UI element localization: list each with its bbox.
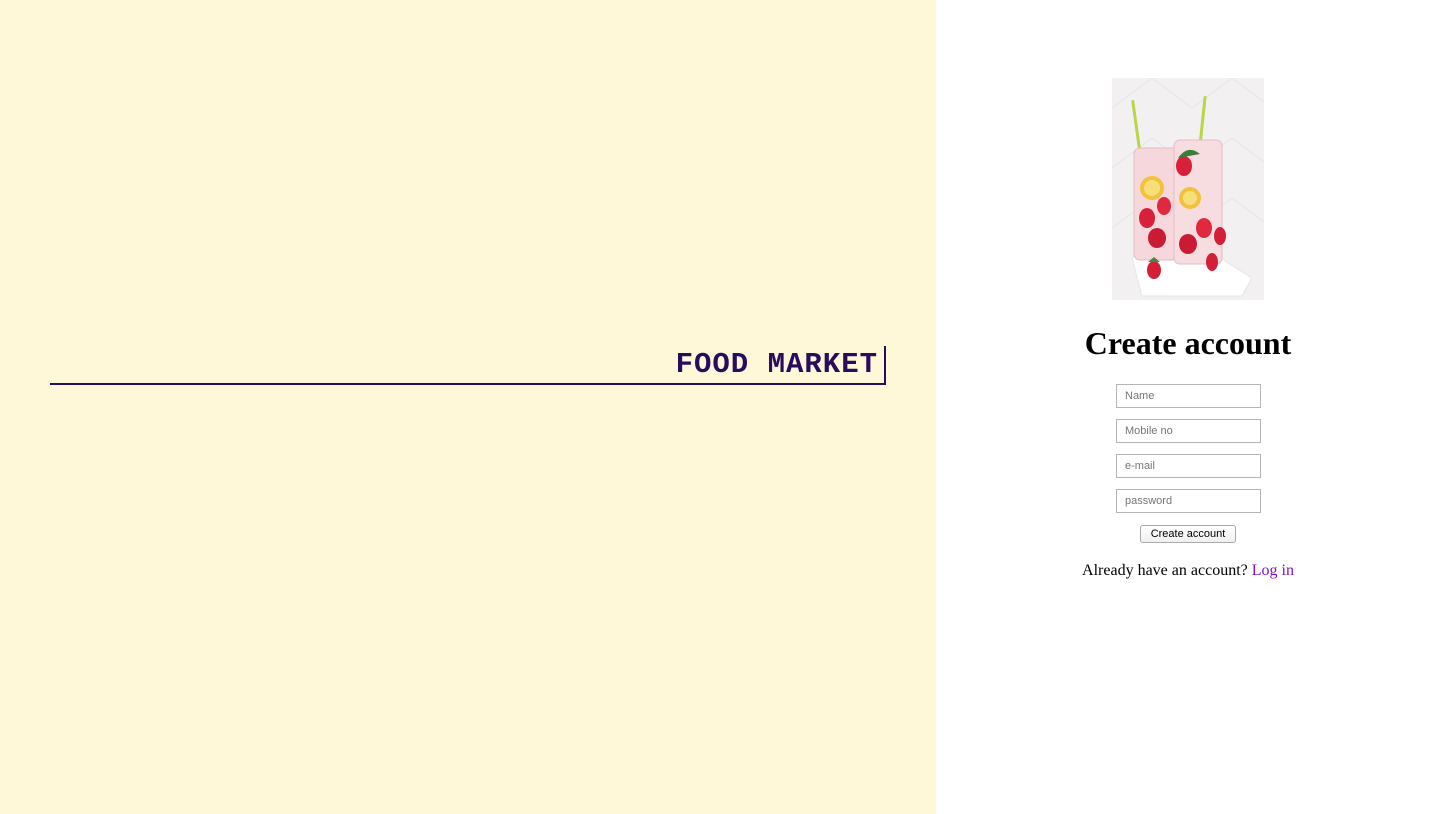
create-account-button[interactable]: Create account: [1140, 525, 1236, 543]
login-link[interactable]: Log in: [1252, 562, 1294, 579]
brand-panel: FOOD MARKET: [0, 0, 936, 814]
drinks-image: [1112, 78, 1264, 300]
signup-panel: Create account Create account Already ha…: [936, 0, 1440, 814]
password-field[interactable]: [1116, 489, 1261, 513]
login-prompt-text: Already have an account?: [1082, 562, 1248, 579]
email-field[interactable]: [1116, 454, 1261, 478]
create-account-heading: Create account: [1084, 325, 1292, 361]
name-field[interactable]: [1116, 384, 1261, 408]
mobile-field[interactable]: [1116, 419, 1261, 443]
page: FOOD MARKET Create account Name Mobile n…: [0, 0, 1440, 814]
brand-banner: FOOD MARKET: [50, 346, 886, 385]
brand-title: FOOD MARKET: [675, 348, 878, 381]
login-prompt-line: Already have an account? Log in: [936, 561, 1440, 581]
